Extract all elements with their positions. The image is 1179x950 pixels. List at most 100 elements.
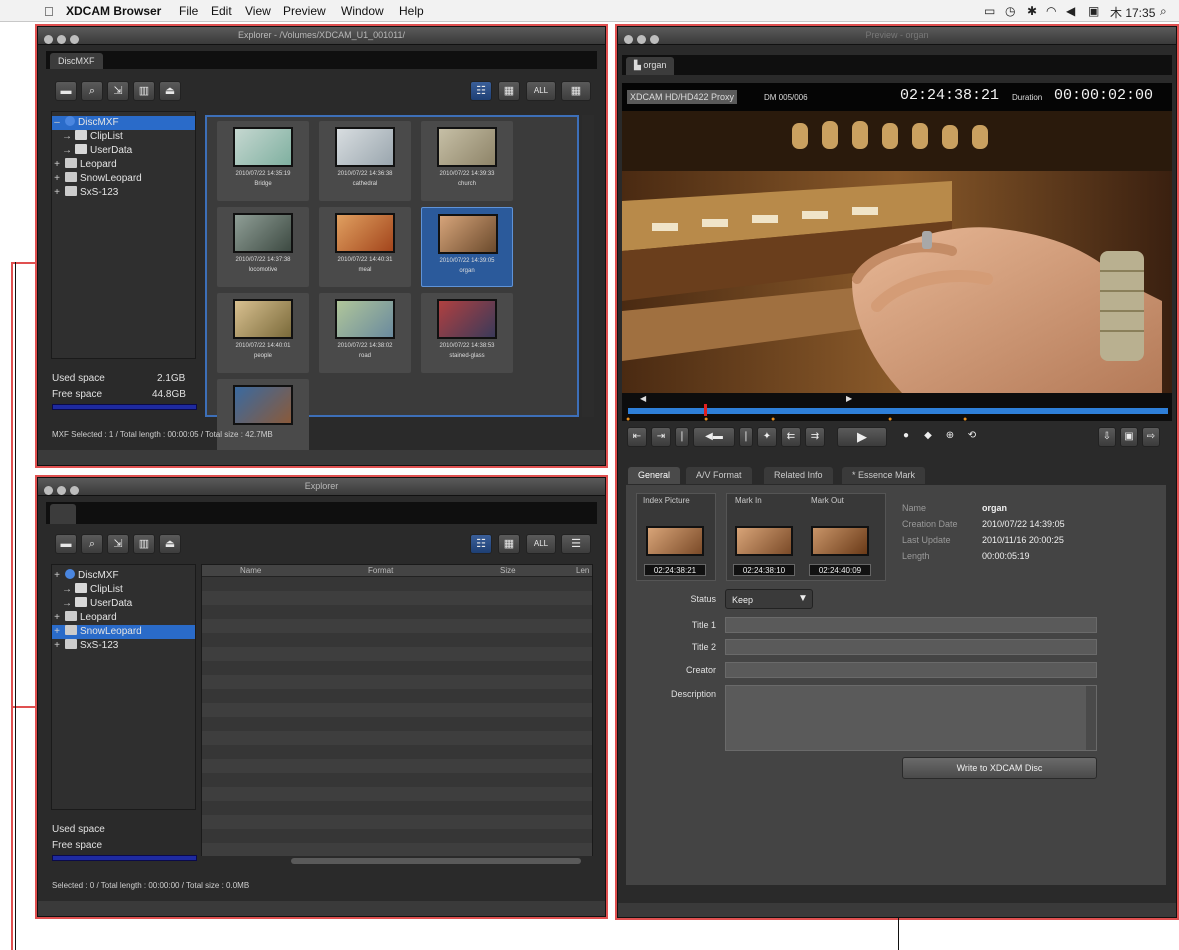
description-scrollbar[interactable] xyxy=(1086,686,1096,750)
table-row[interactable] xyxy=(202,577,592,591)
video-preview[interactable] xyxy=(622,111,1172,393)
timeline-bar[interactable] xyxy=(628,408,1168,414)
clip-thumbnail[interactable]: 2010/07/22 14:40:01 people xyxy=(217,293,309,373)
table-row[interactable] xyxy=(202,605,592,619)
list-horizontal-scrollbar[interactable] xyxy=(201,856,593,866)
go-to-start-icon[interactable]: ⇤ xyxy=(627,427,647,447)
input-menu-icon[interactable]: ▣ xyxy=(1088,4,1099,18)
tab-related-info[interactable]: Related Info xyxy=(764,467,833,484)
step-back-icon[interactable]: ❘ xyxy=(675,427,689,447)
import-icon[interactable]: ⇲ xyxy=(107,534,129,554)
tree-item-snowleopard[interactable]: + SnowLeopard xyxy=(52,625,195,639)
table-row[interactable] xyxy=(202,619,592,633)
search-icon[interactable]: ⌕ xyxy=(81,81,103,101)
prev-mark-icon[interactable]: ⇇ xyxy=(781,427,801,447)
table-row[interactable] xyxy=(202,675,592,689)
table-row[interactable] xyxy=(202,745,592,759)
table-row[interactable] xyxy=(202,801,592,815)
table-row[interactable] xyxy=(202,647,592,661)
wifi-icon[interactable]: ◠ xyxy=(1046,4,1056,18)
thumbnail-view-icon[interactable]: ▦ xyxy=(561,81,591,101)
bluetooth-icon[interactable]: ✱ xyxy=(1027,4,1037,18)
next-mark-icon[interactable]: ⇉ xyxy=(805,427,825,447)
jump-mark-icon[interactable]: ✦ xyxy=(757,427,777,447)
grid-scrollbar[interactable] xyxy=(582,115,594,417)
table-row[interactable] xyxy=(202,815,592,829)
trash-icon[interactable]: ▥ xyxy=(133,81,155,101)
play-icon[interactable]: ▶ xyxy=(837,427,887,447)
clip-thumbnail[interactable]: 2010/07/22 14:39:33 church xyxy=(421,121,513,201)
list-view-icon[interactable]: ☰ xyxy=(561,534,591,554)
description-field[interactable] xyxy=(725,685,1097,751)
clip-thumbnail[interactable]: 2010/07/22 14:38:02 road xyxy=(319,293,411,373)
title2-field[interactable] xyxy=(725,639,1097,655)
column-size[interactable]: Size xyxy=(500,566,516,575)
tree-item-sxs[interactable]: + SxS-123 xyxy=(52,186,195,200)
calendar-view-icon[interactable]: ▦ xyxy=(498,534,520,554)
import-icon[interactable]: ⇲ xyxy=(107,81,129,101)
tab-general[interactable]: General xyxy=(628,467,681,484)
fullscreen-icon[interactable]: ▣ xyxy=(1120,427,1138,447)
apple-icon[interactable]:  xyxy=(44,4,54,19)
eject-icon[interactable]: ⏏ xyxy=(159,534,181,554)
trash-icon[interactable]: ▥ xyxy=(133,534,155,554)
table-row[interactable] xyxy=(202,633,592,647)
clip-thumbnail[interactable]: 2010/07/22 14:39:05 organ xyxy=(421,207,513,287)
mark-in-thumbnail[interactable] xyxy=(735,526,793,556)
tree-item-cliplist[interactable]: → ClipList xyxy=(52,583,195,597)
mark-out-marker-icon[interactable]: ▶ xyxy=(846,394,852,403)
clock[interactable]: 木 17:35 xyxy=(1110,4,1155,21)
tree-item-userdata[interactable]: → UserData xyxy=(52,144,195,158)
clip-thumbnail[interactable]: 2010/07/22 14:40:31 meal xyxy=(319,207,411,287)
tree-item-discmxf[interactable]: – DiscMXF xyxy=(52,116,195,130)
filter-all-button[interactable]: ALL xyxy=(526,534,556,554)
clip-thumbnail[interactable]: 2010/07/22 14:38:53 stained-glass xyxy=(421,293,513,373)
table-row[interactable] xyxy=(202,689,592,703)
table-row[interactable] xyxy=(202,759,592,773)
column-length[interactable]: Len xyxy=(576,566,589,575)
audio-level-icon[interactable]: ⇩ xyxy=(1098,427,1116,447)
clip-thumbnail[interactable]: 2010/07/22 14:35:19 Bridge xyxy=(217,121,309,201)
table-row[interactable] xyxy=(202,773,592,787)
tree-item-userdata[interactable]: → UserData xyxy=(52,597,195,611)
tree-view-icon[interactable]: ☷ xyxy=(470,534,492,554)
menu-edit[interactable]: Edit xyxy=(211,4,232,18)
tree-item-snowleopard[interactable]: + SnowLeopard xyxy=(52,172,195,186)
go-to-end-icon[interactable]: ⇥ xyxy=(651,427,671,447)
tab-discmxf[interactable]: DiscMXF xyxy=(50,53,103,69)
tree-view-icon[interactable]: ☷ xyxy=(470,81,492,101)
record-marker-icon[interactable]: ● xyxy=(897,427,915,447)
tree-item-sxs[interactable]: + SxS-123 xyxy=(52,639,195,653)
volume-icon[interactable]: ◀ xyxy=(1066,4,1075,18)
column-format[interactable]: Format xyxy=(368,566,393,575)
playhead[interactable] xyxy=(704,404,707,416)
tree-item-leopard[interactable]: + Leopard xyxy=(52,158,195,172)
tree-item-leopard[interactable]: + Leopard xyxy=(52,611,195,625)
clip-thumbnail[interactable] xyxy=(217,379,309,459)
search-icon[interactable]: ⌕ xyxy=(81,534,103,554)
filter-all-button[interactable]: ALL xyxy=(526,81,556,101)
tab-organ[interactable]: ▙ organ xyxy=(626,57,675,75)
mark-out-thumbnail[interactable] xyxy=(811,526,869,556)
menu-preview[interactable]: Preview xyxy=(283,4,326,18)
title1-field[interactable] xyxy=(725,617,1097,633)
tree-item-discmxf[interactable]: + DiscMXF xyxy=(52,569,195,583)
table-row[interactable] xyxy=(202,661,592,675)
eject-icon[interactable]: ⏏ xyxy=(159,81,181,101)
time-machine-icon[interactable]: ◷ xyxy=(1005,4,1015,18)
spotlight-icon[interactable]: ⌕ xyxy=(1160,4,1167,19)
step-forward-icon[interactable]: ❘ xyxy=(739,427,753,447)
new-folder-icon[interactable]: ▬ xyxy=(55,534,77,554)
display-icon[interactable]: ▭ xyxy=(984,4,995,18)
table-row[interactable] xyxy=(202,717,592,731)
table-row[interactable] xyxy=(202,829,592,843)
tab-empty[interactable] xyxy=(50,504,76,524)
new-folder-icon[interactable]: ▬ xyxy=(55,81,77,101)
mark-in-marker-icon[interactable]: ◀ xyxy=(640,394,646,403)
menu-file[interactable]: File xyxy=(179,4,198,18)
table-row[interactable] xyxy=(202,787,592,801)
menu-help[interactable]: Help xyxy=(399,4,424,18)
creator-field[interactable] xyxy=(725,662,1097,678)
write-to-disc-button[interactable]: Write to XDCAM Disc xyxy=(902,757,1097,779)
menu-window[interactable]: Window xyxy=(341,4,384,18)
